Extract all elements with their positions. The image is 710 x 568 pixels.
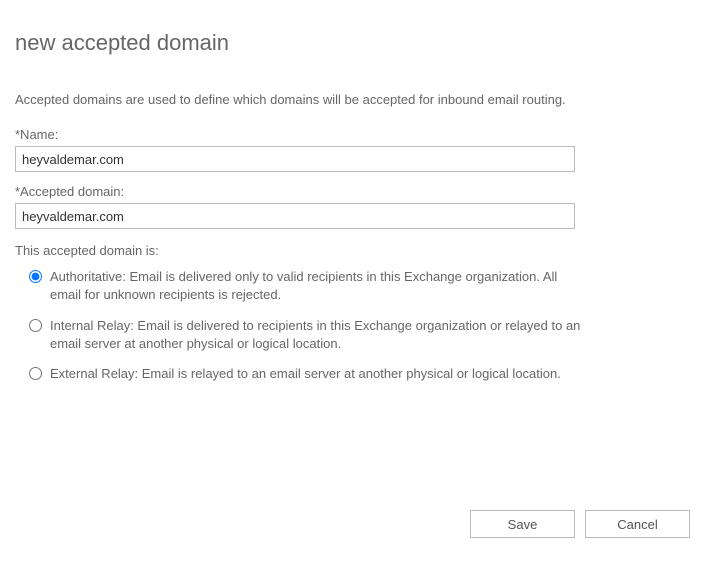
save-button[interactable]: Save	[470, 510, 575, 538]
accepted-domain-field-group: *Accepted domain:	[15, 184, 695, 229]
button-bar: Save Cancel	[470, 510, 690, 538]
name-input[interactable]	[15, 146, 575, 172]
cancel-button[interactable]: Cancel	[585, 510, 690, 538]
radio-option-external-relay: External Relay: Email is relayed to an e…	[29, 365, 589, 383]
accepted-domain-label: *Accepted domain:	[15, 184, 695, 199]
page-title: new accepted domain	[15, 30, 695, 56]
radio-internal-relay-label[interactable]: Internal Relay: Email is delivered to re…	[50, 317, 589, 353]
radio-option-internal-relay: Internal Relay: Email is delivered to re…	[29, 317, 589, 353]
radio-external-relay[interactable]	[29, 367, 42, 380]
radio-internal-relay[interactable]	[29, 319, 42, 332]
domain-type-section-label: This accepted domain is:	[15, 243, 695, 258]
radio-authoritative[interactable]	[29, 270, 42, 283]
domain-type-radio-group: Authoritative: Email is delivered only t…	[29, 268, 695, 383]
radio-external-relay-label[interactable]: External Relay: Email is relayed to an e…	[50, 365, 561, 383]
accepted-domain-input[interactable]	[15, 203, 575, 229]
name-label: *Name:	[15, 127, 695, 142]
name-field-group: *Name:	[15, 127, 695, 172]
radio-option-authoritative: Authoritative: Email is delivered only t…	[29, 268, 589, 304]
radio-authoritative-label[interactable]: Authoritative: Email is delivered only t…	[50, 268, 589, 304]
page-description: Accepted domains are used to define whic…	[15, 91, 575, 109]
